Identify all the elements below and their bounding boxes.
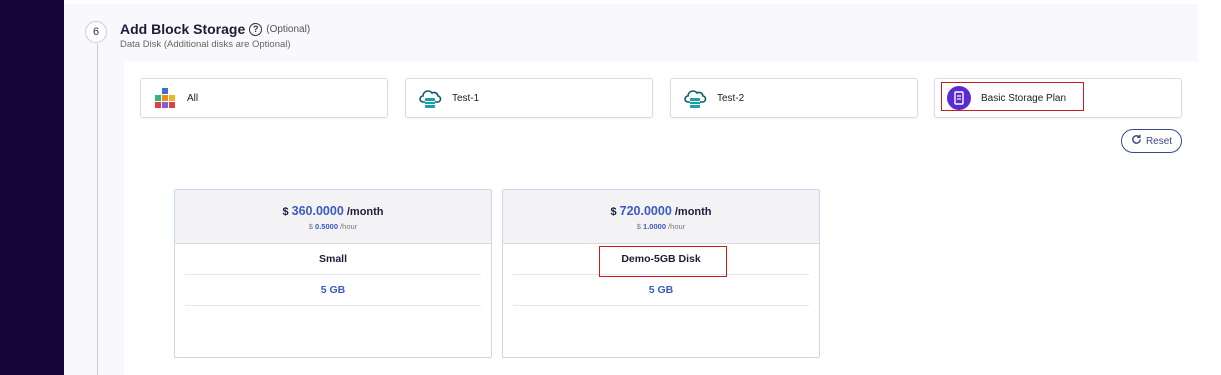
- category-label-test-1: Test-1: [452, 92, 480, 104]
- hourly-amount: 1.0000: [643, 222, 666, 231]
- section-subtitle: Data Disk (Additional disks are Optional…: [120, 39, 291, 50]
- hourly-currency: $: [308, 222, 313, 231]
- reset-icon: [1131, 134, 1142, 148]
- section-title-text: Add Block Storage: [120, 21, 246, 37]
- plan-price-header: $ 720.0000 /month $ 1.0000 /hour: [503, 190, 819, 244]
- plan-name: Small: [318, 253, 347, 265]
- hourly-amount: 0.5000: [315, 222, 338, 231]
- currency-symbol: $: [610, 206, 617, 218]
- hourly-currency: $: [636, 222, 641, 231]
- plan-price-header: $ 360.0000 /month $ 0.5000 /hour: [175, 190, 491, 244]
- monthly-amount: 720.0000: [619, 204, 672, 218]
- plan-size: 5 GB: [648, 284, 674, 296]
- hourly-unit: /hour: [668, 222, 686, 231]
- plan-card-small[interactable]: $ 360.0000 /month $ 0.5000 /hour Small 5…: [174, 189, 492, 358]
- monthly-amount: 360.0000: [291, 204, 344, 218]
- reset-button[interactable]: Reset: [1121, 129, 1182, 153]
- plan-name-row: Small: [185, 244, 481, 275]
- plan-size-row: 5 GB: [513, 275, 809, 306]
- section-title: Add Block Storage ? (Optional): [120, 21, 310, 37]
- selection-highlight: [941, 82, 1084, 111]
- monthly-unit: /month: [346, 206, 384, 218]
- category-card-basic-storage-plan[interactable]: Basic Storage Plan: [934, 78, 1182, 118]
- storage-panel: All Test-1 Test-2 Basic Storage Plan Res…: [124, 62, 1198, 375]
- monthly-unit: /month: [674, 206, 712, 218]
- hourly-price: $ 0.5000 /hour: [175, 222, 491, 231]
- step-connector-line: [97, 44, 98, 375]
- category-card-test-1[interactable]: Test-1: [405, 78, 653, 118]
- left-sidebar: [0, 0, 64, 375]
- block-storage-section: 6 Add Block Storage ? (Optional) Data Di…: [64, 4, 1198, 375]
- hourly-unit: /hour: [340, 222, 358, 231]
- cloud-storage-icon: [418, 86, 442, 110]
- hourly-price: $ 1.0000 /hour: [503, 222, 819, 231]
- plan-name-highlight: [599, 246, 727, 277]
- puzzle-icon: [153, 86, 177, 110]
- category-label-all: All: [187, 92, 199, 104]
- monthly-price: $ 360.0000 /month: [175, 190, 491, 218]
- plan-name-row: Demo-5GB Disk: [513, 244, 809, 277]
- reset-label: Reset: [1145, 135, 1173, 147]
- currency-symbol: $: [282, 206, 289, 218]
- step-number-badge: 6: [85, 21, 107, 43]
- plan-size-row: 5 GB: [185, 275, 481, 306]
- help-icon[interactable]: ?: [249, 22, 263, 36]
- plan-card-demo-5gb-disk[interactable]: $ 720.0000 /month $ 1.0000 /hour Demo-5G…: [502, 189, 820, 358]
- monthly-price: $ 720.0000 /month: [503, 190, 819, 218]
- category-label-test-2: Test-2: [717, 92, 745, 104]
- optional-tag: (Optional): [266, 23, 311, 35]
- category-card-test-2[interactable]: Test-2: [670, 78, 918, 118]
- main-content: 6 Add Block Storage ? (Optional) Data Di…: [64, 0, 1221, 375]
- category-card-all[interactable]: All: [140, 78, 388, 118]
- plan-size: 5 GB: [320, 284, 346, 296]
- cloud-storage-icon: [683, 86, 707, 110]
